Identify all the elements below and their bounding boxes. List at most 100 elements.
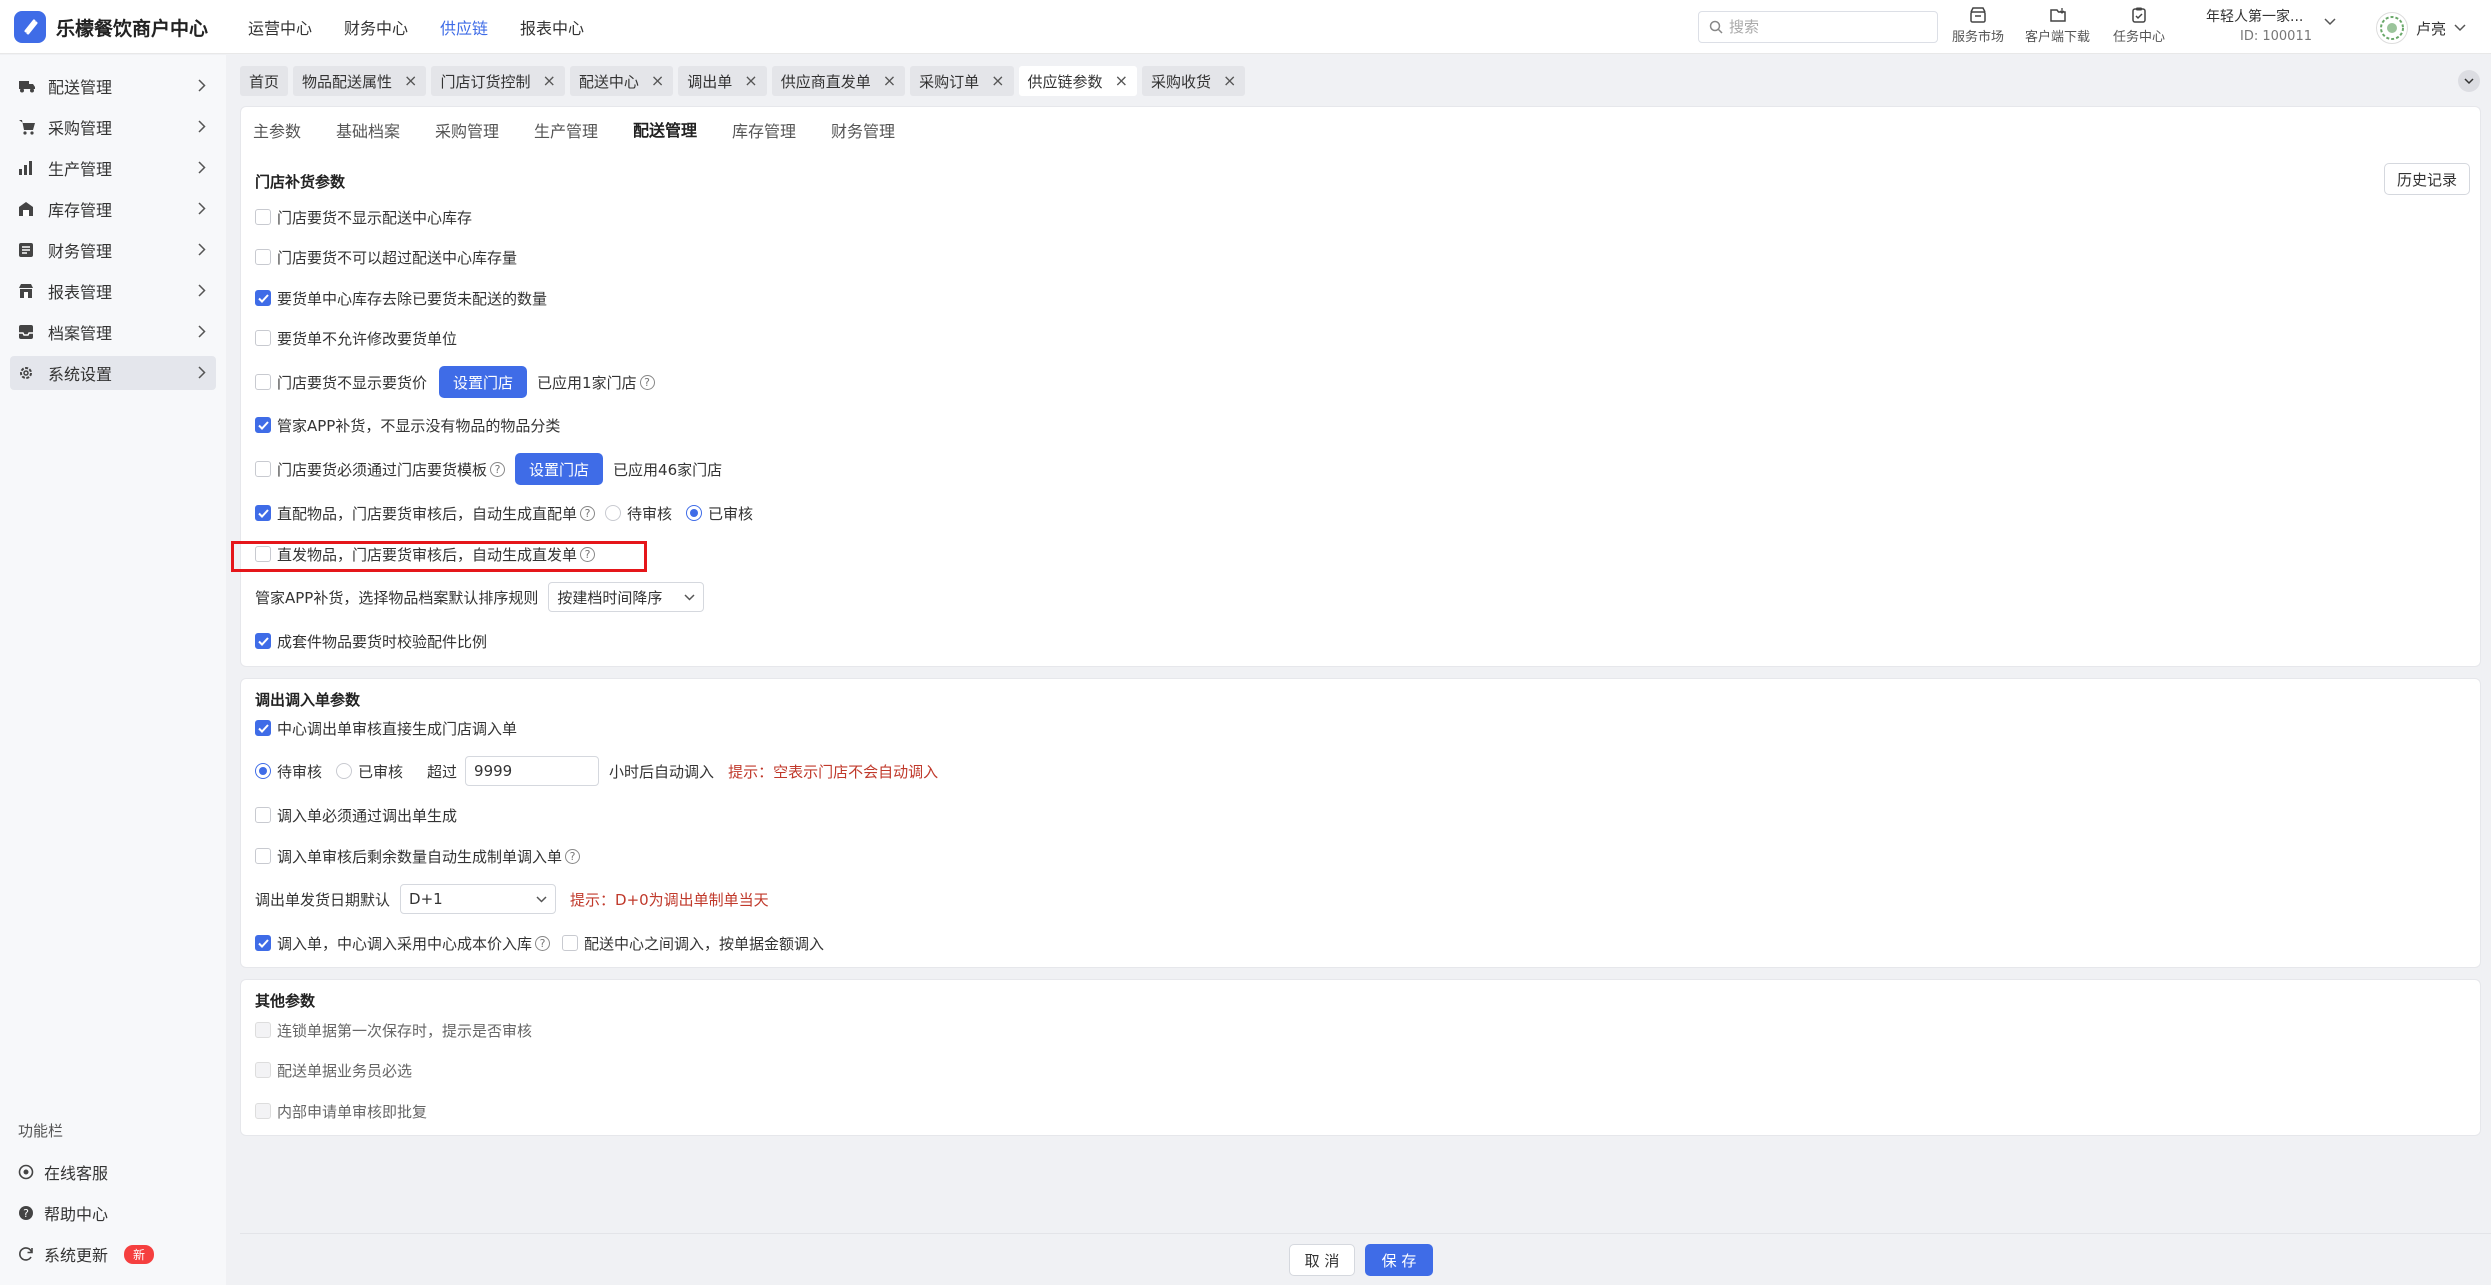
subtab-finance[interactable]: 财务管理 bbox=[831, 107, 895, 153]
help-icon[interactable]: ? bbox=[580, 505, 596, 521]
tabs-dropdown-button[interactable] bbox=[2458, 70, 2480, 92]
save-button[interactable]: 保 存 bbox=[1365, 1244, 1433, 1276]
sidebar-item-finance[interactable]: 财务管理 bbox=[10, 233, 216, 267]
topnav-reports[interactable]: 报表中心 bbox=[520, 15, 584, 39]
search-box[interactable] bbox=[1698, 11, 1938, 43]
tab-supply-chain-params[interactable]: 供应链参数 × bbox=[1018, 66, 1137, 96]
tab-supplier-direct[interactable]: 供应商直发单 × bbox=[771, 66, 906, 96]
radio-approved[interactable] bbox=[336, 763, 353, 779]
topnav-supply-chain[interactable]: 供应链 bbox=[440, 15, 488, 39]
checkbox-checked[interactable] bbox=[255, 290, 271, 306]
checkbox-checked[interactable] bbox=[255, 720, 271, 736]
parameter-tabs: 主参数 基础档案 采购管理 生产管理 配送管理 库存管理 财务管理 bbox=[240, 106, 2481, 153]
app-logo[interactable]: 乐檬餐饮商户中心 bbox=[14, 11, 208, 43]
subtab-inventory[interactable]: 库存管理 bbox=[732, 107, 796, 153]
option-label: 直配物品，门店要货审核后，自动生成直配单 bbox=[277, 504, 578, 523]
store-replenishment-section: 门店补货参数 历史记录 门店要货不显示配送中心库存 门店要货不可以超过配送中心库… bbox=[240, 151, 2481, 667]
sidebar-item-delivery[interactable]: 配送管理 bbox=[10, 69, 216, 103]
help-icon[interactable]: ? bbox=[639, 374, 655, 390]
set-store-button[interactable]: 设置门店 bbox=[515, 453, 604, 485]
set-store-button[interactable]: 设置门店 bbox=[439, 366, 528, 398]
topnav-operations[interactable]: 运营中心 bbox=[248, 15, 312, 39]
ship-date-select[interactable]: D+1 bbox=[400, 884, 557, 914]
sidebar-item-settings[interactable]: 系统设置 bbox=[10, 356, 216, 390]
chevron-right-icon bbox=[198, 243, 206, 256]
help-icon[interactable]: ? bbox=[535, 935, 551, 951]
sort-rule-select[interactable]: 按建档时间降序 bbox=[548, 582, 705, 612]
checkbox-checked[interactable] bbox=[255, 935, 271, 951]
tab-label: 调出单 bbox=[687, 72, 733, 91]
subtab-purchase[interactable]: 采购管理 bbox=[435, 107, 499, 153]
option-label: 门店要货不显示配送中心库存 bbox=[277, 208, 473, 227]
checkbox-checked[interactable] bbox=[255, 505, 271, 521]
tab-item-delivery-attributes[interactable]: 物品配送属性 × bbox=[293, 66, 427, 96]
option-row: 直配物品，门店要货审核后，自动生成直配单 ? 待审核 已审核 bbox=[255, 498, 753, 528]
sidebar-item-reports[interactable]: 报表管理 bbox=[10, 274, 216, 308]
client-download-button[interactable]: 客户端下载 bbox=[2025, 7, 2090, 45]
sidebar-item-purchase[interactable]: 采购管理 bbox=[10, 110, 216, 144]
account-menu[interactable]: 卢亮 bbox=[2376, 12, 2466, 44]
org-name: 年轻人第一家... bbox=[2206, 9, 2304, 25]
radio-label: 已审核 bbox=[358, 762, 404, 781]
subtab-basic-files[interactable]: 基础档案 bbox=[336, 107, 400, 153]
online-service-button[interactable]: 在线客服 bbox=[18, 1160, 108, 1184]
close-icon[interactable]: × bbox=[744, 73, 757, 89]
history-button[interactable]: 历史记录 bbox=[2383, 163, 2470, 195]
checkbox[interactable] bbox=[255, 209, 271, 225]
close-icon[interactable]: × bbox=[1223, 73, 1236, 89]
search-input[interactable] bbox=[1729, 18, 1919, 36]
system-update-button[interactable]: 系统更新 新 bbox=[18, 1242, 155, 1266]
checkbox[interactable] bbox=[255, 330, 271, 346]
subtab-production[interactable]: 生产管理 bbox=[534, 107, 598, 153]
tab-home[interactable]: 首页 bbox=[240, 66, 289, 96]
close-icon[interactable]: × bbox=[542, 73, 555, 89]
section-title: 门店补货参数 bbox=[255, 173, 346, 191]
org-switcher[interactable]: 年轻人第一家... ID: 100011 bbox=[2206, 6, 2336, 44]
tab-transfer-out[interactable]: 调出单 × bbox=[678, 66, 767, 96]
close-icon[interactable]: × bbox=[991, 73, 1004, 89]
radio-approved[interactable] bbox=[686, 505, 703, 521]
tab-label: 供应商直发单 bbox=[780, 72, 871, 91]
checkbox[interactable] bbox=[562, 935, 579, 951]
user-name: 卢亮 bbox=[2416, 19, 2447, 38]
option-label: 中心调出单审核直接生成门店调入单 bbox=[277, 719, 518, 738]
chevron-down-icon bbox=[2464, 77, 2474, 85]
option-label: 配送单据业务员必选 bbox=[277, 1061, 413, 1080]
checkbox[interactable] bbox=[255, 249, 271, 265]
tab-purchase-order[interactable]: 采购订单 × bbox=[910, 66, 1014, 96]
close-icon[interactable]: × bbox=[404, 73, 417, 89]
tab-store-order-control[interactable]: 门店订货控制 × bbox=[431, 66, 565, 96]
option-row: 门店要货必须通过门店要货模板 ? 设置门店 已应用46家门店 bbox=[255, 453, 722, 485]
close-icon[interactable]: × bbox=[1115, 73, 1128, 89]
radio-pending[interactable] bbox=[255, 763, 271, 779]
tab-distribution-center[interactable]: 配送中心 × bbox=[569, 66, 674, 96]
cancel-button[interactable]: 取 消 bbox=[1289, 1244, 1355, 1276]
help-icon[interactable]: ? bbox=[490, 461, 506, 477]
help-icon[interactable]: ? bbox=[565, 848, 581, 864]
checkbox[interactable] bbox=[255, 374, 271, 390]
tab-purchase-receipt[interactable]: 采购收货 × bbox=[1141, 66, 1246, 96]
checkbox[interactable] bbox=[255, 461, 271, 477]
radio-label: 已审核 bbox=[708, 504, 754, 523]
close-icon[interactable]: × bbox=[651, 73, 664, 89]
tab-label: 首页 bbox=[249, 72, 280, 91]
top-nav: 运营中心 财务中心 供应链 报表中心 bbox=[248, 0, 584, 54]
help-center-button[interactable]: ? 帮助中心 bbox=[18, 1201, 108, 1225]
tab-label: 门店订货控制 bbox=[440, 72, 531, 91]
checkbox-checked[interactable] bbox=[255, 417, 271, 433]
sidebar-item-archive[interactable]: 档案管理 bbox=[10, 315, 216, 349]
service-market-button[interactable]: 服务市场 bbox=[1952, 7, 2004, 45]
hours-input[interactable] bbox=[465, 756, 600, 786]
sidebar-item-production[interactable]: 生产管理 bbox=[10, 151, 216, 185]
checkbox-checked[interactable] bbox=[255, 633, 271, 649]
radio-pending[interactable] bbox=[605, 505, 622, 521]
topnav-finance[interactable]: 财务中心 bbox=[344, 15, 408, 39]
sidebar-item-inventory[interactable]: 库存管理 bbox=[10, 192, 216, 226]
subtab-delivery[interactable]: 配送管理 bbox=[633, 107, 698, 153]
subtab-main[interactable]: 主参数 bbox=[253, 107, 301, 153]
checkbox[interactable] bbox=[255, 807, 271, 823]
close-icon[interactable]: × bbox=[883, 73, 896, 89]
task-center-button[interactable]: 任务中心 bbox=[2113, 7, 2165, 45]
checkbox[interactable] bbox=[255, 848, 271, 864]
option-row: 调入单审核后剩余数量自动生成制单调入单 ? bbox=[255, 841, 581, 871]
